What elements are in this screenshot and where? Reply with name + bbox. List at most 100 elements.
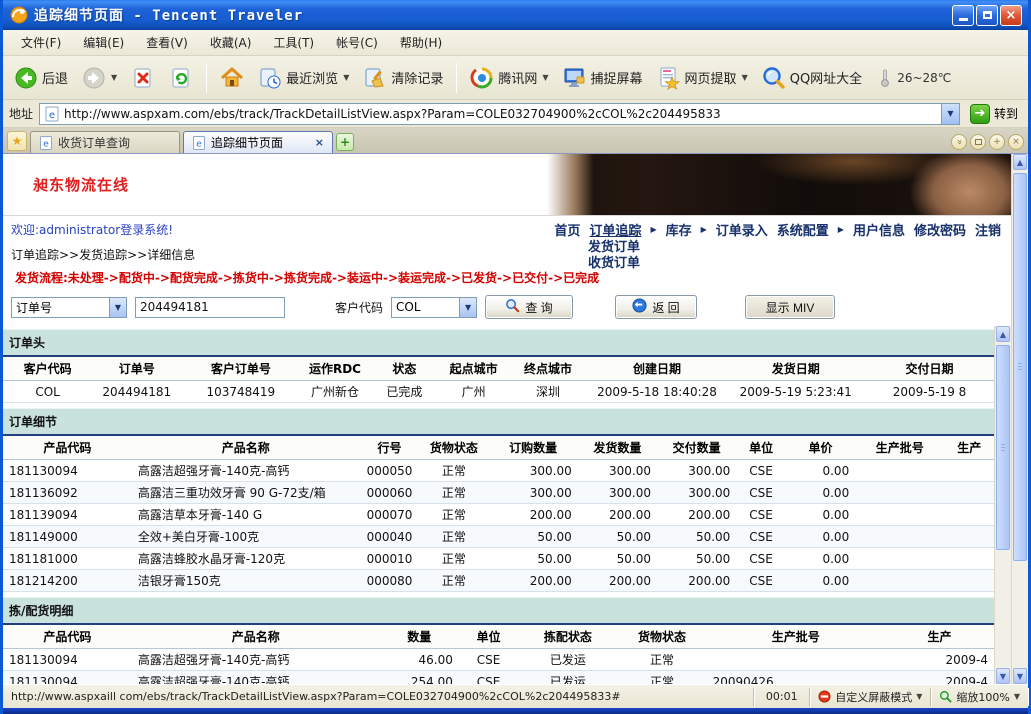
- page-extract-button[interactable]: 网页提取 ▼: [652, 62, 753, 94]
- block-mode-control[interactable]: 自定义屏蔽模式 ▼: [810, 688, 931, 706]
- forward-icon: [82, 66, 106, 90]
- tencent-dropdown-caret[interactable]: ▼: [542, 73, 548, 82]
- order-type-select[interactable]: 订单号 ▼: [11, 297, 127, 318]
- back-icon: [14, 66, 38, 90]
- back-button[interactable]: 后退: [9, 62, 73, 94]
- window-scrollbar-thumb[interactable]: [1013, 173, 1027, 561]
- tab-close-icon[interactable]: ×: [315, 136, 324, 149]
- table-cell: 000010: [360, 548, 419, 570]
- tab-page-icon: e: [192, 136, 206, 150]
- nav-item-7[interactable]: 注销: [975, 220, 1001, 239]
- tab-0[interactable]: e收货订单查询: [30, 131, 180, 153]
- minimize-button[interactable]: [952, 5, 974, 26]
- page-extract-label: 网页提取: [685, 68, 737, 87]
- refresh-button[interactable]: [164, 62, 198, 94]
- menu-item-6[interactable]: 帮助(H): [390, 31, 452, 54]
- svg-text:e: e: [49, 110, 55, 121]
- nav-item-6[interactable]: 修改密码: [914, 220, 966, 239]
- nav-item-1[interactable]: 订单追踪: [589, 220, 641, 239]
- table-cell: 2009-4: [885, 671, 994, 685]
- column-header: 拣配状态: [518, 624, 617, 649]
- order-no-input[interactable]: [135, 297, 285, 318]
- table-cell: 200.00: [657, 570, 736, 592]
- menu-item-5[interactable]: 帐号(C): [326, 31, 388, 54]
- table-cell: 2009-5-18 18:40:28: [588, 381, 727, 403]
- table-cell: [944, 460, 994, 482]
- menu-item-4[interactable]: 工具(T): [263, 31, 324, 54]
- clear-history-button[interactable]: 清除记录: [358, 62, 448, 94]
- customer-code-select[interactable]: COL ▼: [391, 297, 477, 318]
- menu-item-1[interactable]: 编辑(E): [73, 31, 134, 54]
- address-input[interactable]: e http://www.aspxam.com/ebs/track/TrackD…: [39, 103, 960, 125]
- table-cell: 300.00: [578, 482, 657, 504]
- menu-item-3[interactable]: 收藏(A): [200, 31, 262, 54]
- home-button[interactable]: [215, 62, 249, 94]
- table-cell: 50.00: [657, 548, 736, 570]
- weather-widget[interactable]: 26~28℃: [877, 68, 951, 88]
- table-cell: 正常: [419, 460, 488, 482]
- capture-screen-icon: [563, 66, 587, 90]
- maximize-button[interactable]: [976, 5, 998, 26]
- return-button[interactable]: 返 回: [615, 295, 697, 319]
- nav-arrow-icon: ▶: [701, 225, 707, 234]
- scroll-up-arrow-icon[interactable]: ▲: [996, 326, 1010, 342]
- qq-sites-button[interactable]: QQ网址大全: [757, 62, 867, 94]
- tencent-site-button[interactable]: 腾讯网 ▼: [465, 62, 553, 94]
- zoom-caret[interactable]: ▼: [1014, 692, 1020, 701]
- return-label: 返 回: [652, 299, 679, 316]
- nav-item-4[interactable]: 系统配置: [777, 220, 829, 239]
- block-mode-caret[interactable]: ▼: [916, 692, 922, 701]
- nav-item-5[interactable]: 用户信息: [853, 220, 905, 239]
- nav-submenu-item-1[interactable]: 收货订单: [581, 256, 647, 272]
- table-cell: 300.00: [489, 460, 578, 482]
- nav-item-2[interactable]: 库存: [666, 220, 692, 239]
- tab-close-button[interactable]: ×: [1008, 134, 1024, 150]
- table-cell: 全效+美白牙膏-100克: [132, 526, 360, 548]
- forward-dropdown-caret[interactable]: ▼: [111, 73, 117, 82]
- nav-submenu-item-0[interactable]: 发货订单: [581, 240, 647, 256]
- table-row: 181149000全效+美白牙膏-100克000040正常50.0050.005…: [3, 526, 994, 548]
- table-cell: 181130094: [3, 671, 132, 685]
- scroll-down-arrow-icon[interactable]: ▼: [1013, 668, 1027, 684]
- table-cell: 200.00: [657, 504, 736, 526]
- inner-scrollbar-thumb[interactable]: [996, 345, 1010, 550]
- close-button[interactable]: ×: [1000, 5, 1022, 26]
- scroll-up-arrow-icon[interactable]: ▲: [1013, 154, 1027, 170]
- nav-item-3[interactable]: 订单录入: [716, 220, 768, 239]
- address-dropdown-button[interactable]: ▼: [941, 104, 959, 124]
- inner-vertical-scrollbar[interactable]: ▲ ▼: [994, 326, 1011, 684]
- scroll-down-arrow-icon[interactable]: ▼: [996, 668, 1010, 684]
- zoom-control[interactable]: 缩放100% ▼: [931, 688, 1028, 706]
- customer-code-label: 客户代码: [335, 299, 383, 316]
- tab-1[interactable]: e追踪细节页面×: [183, 131, 333, 153]
- table-cell: 46.00: [380, 649, 459, 671]
- table-cell: 高露洁三重功效牙膏 90 G-72支/箱: [132, 482, 360, 504]
- table-cell: 000070: [360, 504, 419, 526]
- tab-restore-button[interactable]: [970, 134, 986, 150]
- table-cell: CSE: [736, 570, 786, 592]
- recent-button[interactable]: 最近浏览 ▼: [253, 62, 354, 94]
- stop-button[interactable]: [126, 62, 160, 94]
- table-cell: [855, 570, 944, 592]
- capture-screen-button[interactable]: 捕捉屏幕: [558, 62, 648, 94]
- window-vertical-scrollbar[interactable]: ▲ ▼: [1011, 154, 1028, 684]
- go-button[interactable]: ➔ 转到: [966, 103, 1022, 125]
- recent-dropdown-caret[interactable]: ▼: [343, 73, 349, 82]
- table-cell: 181181000: [3, 548, 132, 570]
- nav-item-0[interactable]: 首页: [554, 220, 580, 239]
- favorites-star-icon[interactable]: ★: [7, 131, 27, 151]
- menu-item-0[interactable]: 文件(F): [11, 31, 71, 54]
- forward-button[interactable]: ▼: [77, 62, 122, 94]
- show-miv-button[interactable]: 显示 MIV: [745, 295, 835, 319]
- tab-expand-button[interactable]: +: [989, 134, 1005, 150]
- extract-dropdown-caret[interactable]: ▼: [742, 73, 748, 82]
- tab-list-chevron-button[interactable]: »: [951, 134, 967, 150]
- new-tab-button[interactable]: +: [336, 133, 354, 151]
- menu-item-2[interactable]: 查看(V): [136, 31, 198, 54]
- menu-bar: 文件(F)编辑(E)查看(V)收藏(A)工具(T)帐号(C)帮助(H): [3, 30, 1028, 56]
- table-cell: 300.00: [657, 460, 736, 482]
- page-main: 昶东物流在线 欢迎:administrator登录系统! 首页订单追踪▶库存▶订…: [3, 154, 1011, 684]
- order-type-value: 订单号: [12, 299, 109, 316]
- query-button[interactable]: 查 询: [485, 295, 573, 319]
- go-arrow-icon: ➔: [970, 104, 990, 124]
